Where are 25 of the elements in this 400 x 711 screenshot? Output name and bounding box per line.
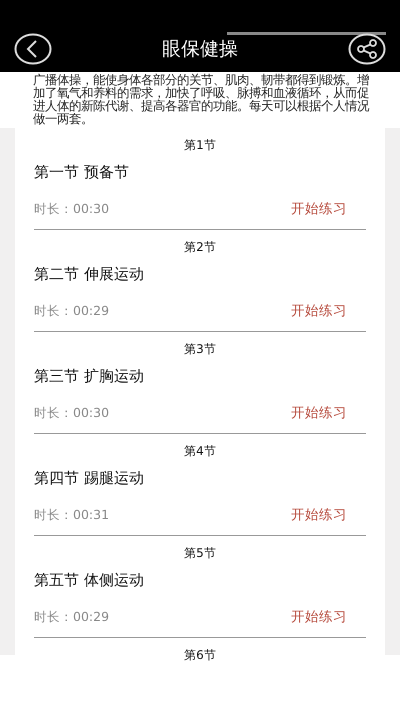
exercise-title: 第四节 踢腿运动 (34, 469, 145, 489)
section-number: 第2节 (183, 239, 217, 255)
start-practice-link[interactable]: 开始练习 (291, 200, 347, 218)
share-icon[interactable] (348, 33, 386, 65)
exercise-title: 第一节 预备节 (34, 163, 130, 183)
section-number: 第5节 (183, 545, 217, 561)
duration-label: 时长：00:30 (34, 200, 110, 218)
duration-label: 时长：00:30 (34, 404, 110, 422)
intro-paragraph: 广播体操，能使身体各部分的关节、肌肉、韧带都得到锻炼。增加了氧气和养料的需求，加快了呼吸、脉搏和血液循环，从而促进人体的新陈代谢、提高各器官的功能。每天可以根据个人情况做一两套。 (33, 74, 370, 126)
section-number: 第1节 (183, 137, 217, 153)
duration-label: 时长：00:29 (34, 608, 110, 626)
section-number: 第3节 (183, 341, 217, 357)
back-icon[interactable] (14, 33, 52, 65)
page-title: 眼保健操 (162, 37, 238, 62)
exercise-title: 第二节 伸展运动 (34, 265, 145, 285)
duration-label: 时长：00:29 (34, 302, 110, 320)
exercise-title: 第三节 扩胸运动 (34, 367, 145, 387)
duration-label: 时长：00:31 (34, 506, 110, 524)
start-practice-link[interactable]: 开始练习 (291, 302, 347, 320)
start-practice-link[interactable]: 开始练习 (291, 506, 347, 524)
section-number: 第4节 (183, 443, 217, 459)
start-practice-link[interactable]: 开始练习 (291, 608, 347, 626)
exercise-title: 第五节 体侧运动 (34, 571, 145, 591)
section-number: 第6节 (183, 647, 217, 664)
start-practice-link[interactable]: 开始练习 (291, 404, 347, 422)
